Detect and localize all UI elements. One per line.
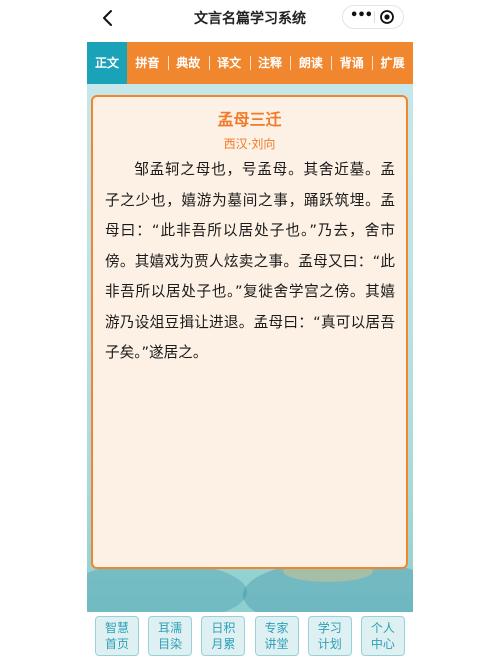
tab-notes[interactable]: 注释 <box>249 42 291 84</box>
nav-wisdom-home[interactable]: 智慧 首页 <box>95 616 139 656</box>
nav-personal-center[interactable]: 个人 中心 <box>360 616 405 656</box>
nav-study-plan[interactable]: 学习 计划 <box>307 616 352 656</box>
nav-label-line1: 个人 <box>370 621 395 635</box>
tab-extend[interactable]: 扩展 <box>372 42 413 84</box>
tab-recite[interactable]: 背诵 <box>331 42 372 84</box>
nav-label-line2: 月累 <box>211 637 236 651</box>
nav-daily-accumulation[interactable]: 日积 月累 <box>201 616 246 656</box>
capsule-divider <box>374 11 375 23</box>
article-text: 邹孟轲之母也，号孟母。其舍近墓。孟子之少也，嬉游为墓间之事，踊跃筑埋。孟母曰：“… <box>105 161 395 361</box>
nav-immersion[interactable]: 耳濡 目染 <box>148 616 193 656</box>
app-screen: 文言名篇学习系统 ••• 正文 拼音 典故 译文 注释 朗读 背诵 扩展 孟母三… <box>87 0 413 667</box>
bottom-navigation: 智慧 首页 耳濡 目染 日积 月累 专家 讲堂 学习 计划 个人 中心 <box>87 612 413 667</box>
nav-label-line2: 首页 <box>104 637 129 651</box>
nav-label-line2: 中心 <box>370 637 395 651</box>
nav-expert-lecture[interactable]: 专家 讲堂 <box>254 616 299 656</box>
close-button[interactable] <box>379 9 395 25</box>
background-decoration <box>87 562 247 612</box>
nav-label-line1: 学习 <box>317 621 342 635</box>
article-title: 孟母三迁 <box>217 110 282 129</box>
more-button[interactable]: ••• <box>349 6 373 28</box>
nav-label-line1: 耳濡 <box>158 621 183 635</box>
header-bar: 文言名篇学习系统 ••• <box>87 0 413 38</box>
nav-label-line1: 智慧 <box>104 621 129 635</box>
tab-pinyin[interactable]: 拼音 <box>127 42 168 84</box>
tab-bar: 正文 拼音 典故 译文 注释 朗读 背诵 扩展 <box>87 42 413 84</box>
nav-label-line1: 日积 <box>211 621 236 635</box>
tab-reading[interactable]: 朗读 <box>290 42 331 84</box>
target-close-icon <box>380 10 394 24</box>
nav-label-line1: 专家 <box>264 621 289 635</box>
article-card: 孟母三迁 西汉·刘向 邹孟轲之母也，号孟母。其舍近墓。孟子之少也，嬉游为墓间之事… <box>91 95 408 569</box>
nav-label-line2: 目染 <box>158 637 183 651</box>
tab-text[interactable]: 正文 <box>87 42 127 84</box>
tab-translation[interactable]: 译文 <box>208 42 250 84</box>
tab-allusion[interactable]: 典故 <box>167 42 209 84</box>
article-author: 西汉·刘向 <box>223 137 276 151</box>
nav-label-line2: 讲堂 <box>264 637 289 651</box>
menu-capsule: ••• <box>342 5 404 29</box>
nav-label-line2: 计划 <box>317 637 342 651</box>
content-area: 孟母三迁 西汉·刘向 邹孟轲之母也，号孟母。其舍近墓。孟子之少也，嬉游为墓间之事… <box>87 84 413 612</box>
